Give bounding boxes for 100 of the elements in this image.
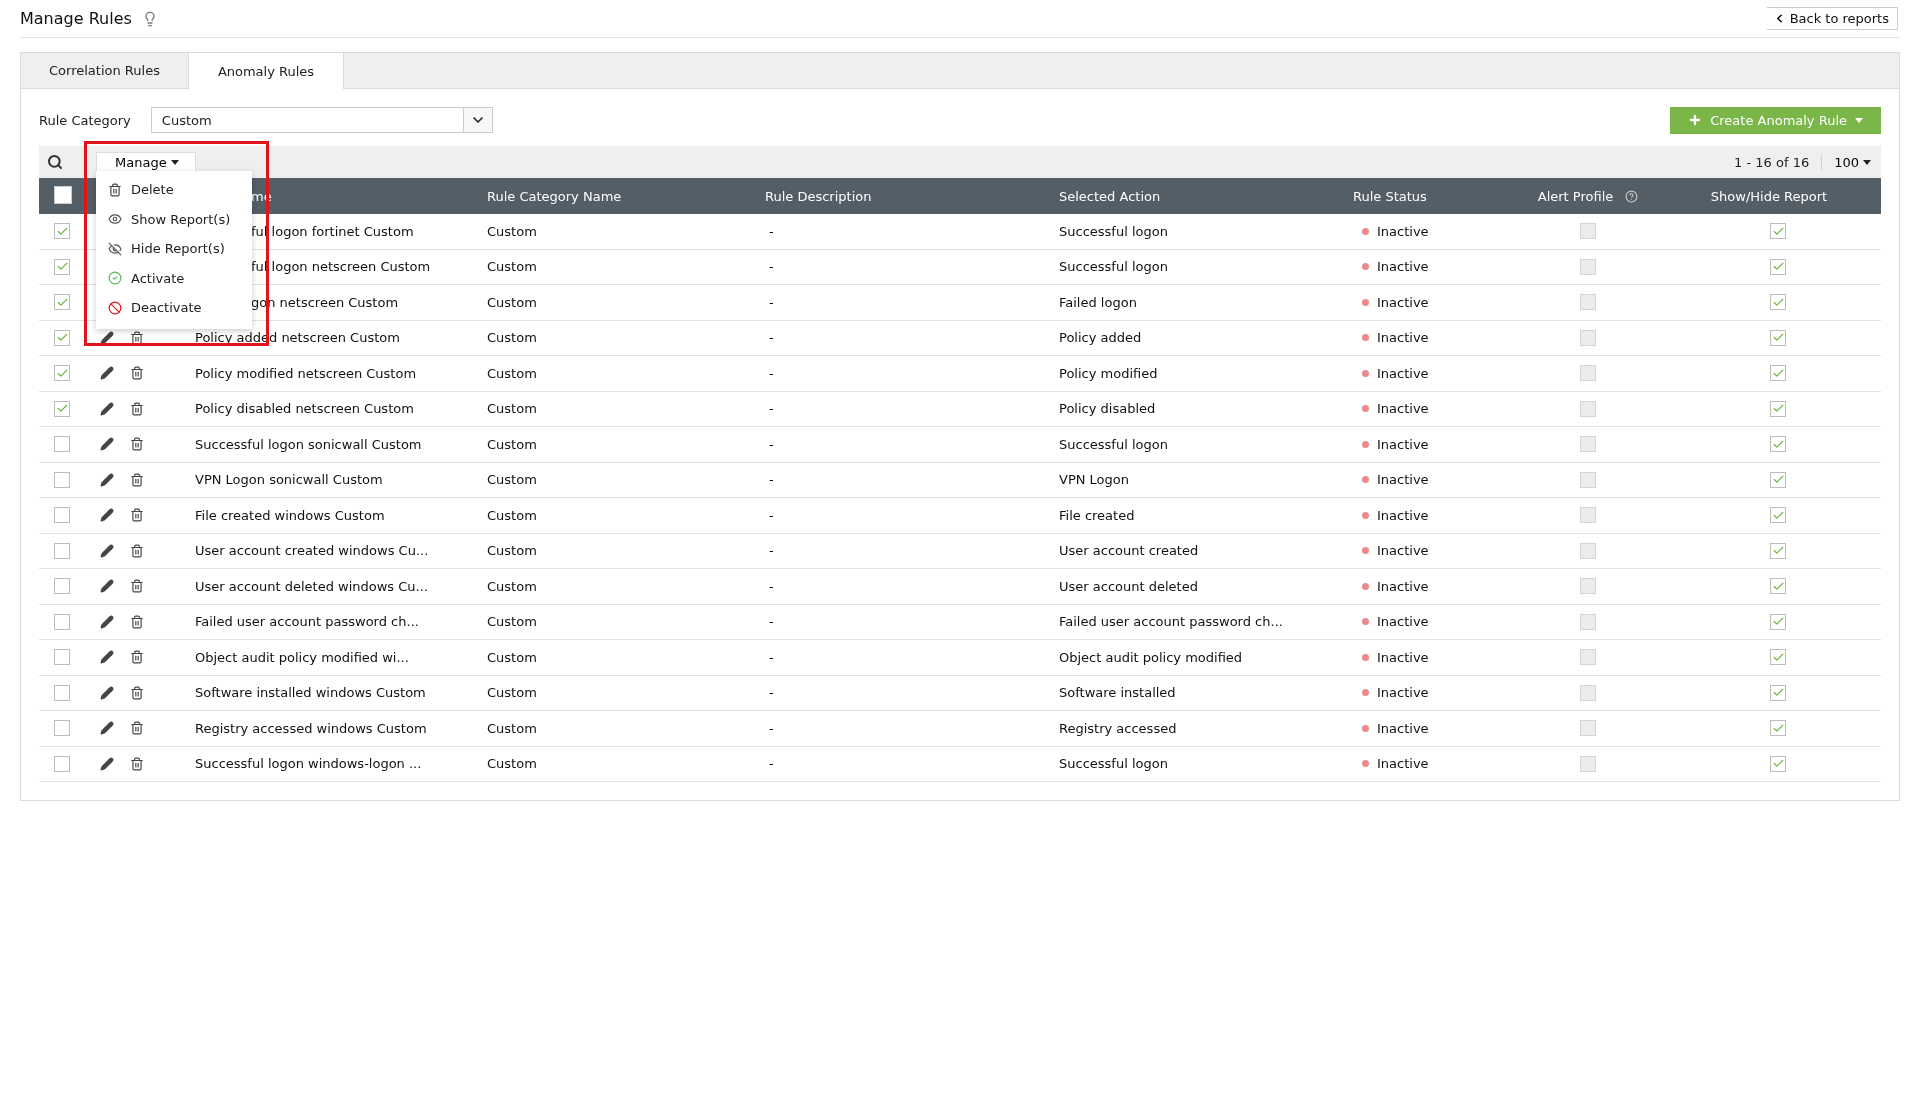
- checkbox[interactable]: [1770, 613, 1786, 630]
- checkbox[interactable]: [1580, 471, 1596, 488]
- checkbox[interactable]: [54, 365, 70, 382]
- category-select[interactable]: Custom: [150, 107, 493, 133]
- checkbox[interactable]: [1770, 329, 1786, 346]
- edit-icon[interactable]: [100, 366, 114, 381]
- checkbox[interactable]: [1580, 578, 1596, 595]
- checkbox[interactable]: [1770, 578, 1786, 595]
- checkbox[interactable]: [1770, 542, 1786, 559]
- edit-icon[interactable]: [100, 330, 114, 345]
- checkbox[interactable]: [1770, 507, 1786, 524]
- checkbox[interactable]: [1580, 400, 1596, 417]
- checkbox[interactable]: [1770, 684, 1786, 701]
- tab[interactable]: Anomaly Rules: [189, 53, 344, 89]
- checkbox[interactable]: [1580, 720, 1596, 737]
- checkbox[interactable]: [54, 755, 70, 772]
- select-all-checkbox[interactable]: [54, 185, 72, 204]
- checkbox[interactable]: [54, 329, 70, 346]
- checkbox[interactable]: [54, 613, 70, 630]
- edit-icon[interactable]: [100, 401, 114, 416]
- page-size-select[interactable]: 100: [1821, 154, 1871, 170]
- checkbox[interactable]: [54, 471, 70, 488]
- checkbox[interactable]: [54, 684, 70, 701]
- edit-icon[interactable]: [100, 650, 114, 665]
- help-icon[interactable]: [1625, 189, 1639, 203]
- checkbox[interactable]: [1770, 471, 1786, 488]
- checkbox[interactable]: [1580, 294, 1596, 311]
- checkbox[interactable]: [1580, 507, 1596, 524]
- check-circle-icon: [108, 271, 122, 286]
- menu-item[interactable]: Activate: [96, 263, 252, 293]
- checkbox[interactable]: [1580, 755, 1596, 772]
- column-header: Show/Hide Report: [1710, 188, 1828, 204]
- trash-icon[interactable]: [130, 721, 144, 736]
- checkbox[interactable]: [1770, 400, 1786, 417]
- checkbox[interactable]: [1770, 365, 1786, 382]
- caret-icon: [1855, 117, 1863, 123]
- search-icon[interactable]: [47, 154, 63, 170]
- trash-icon[interactable]: [130, 685, 144, 700]
- table-cell: Inactive: [1377, 365, 1429, 381]
- table-cell-text: -: [768, 507, 775, 523]
- checkbox[interactable]: [1770, 258, 1786, 275]
- edit-icon[interactable]: [100, 543, 114, 558]
- trash-icon[interactable]: [130, 579, 144, 594]
- checkbox[interactable]: [1580, 223, 1596, 240]
- trash-icon[interactable]: [130, 330, 144, 345]
- checkbox[interactable]: [1770, 720, 1786, 737]
- checkbox[interactable]: [1770, 755, 1786, 772]
- checkbox[interactable]: [54, 223, 70, 240]
- checkbox[interactable]: [54, 436, 70, 453]
- table-cell-text: Custom: [487, 614, 538, 630]
- checkbox[interactable]: [54, 400, 70, 417]
- checkbox[interactable]: [54, 507, 70, 524]
- trash-icon[interactable]: [130, 614, 144, 629]
- table-cell-text: Successful logon windows-logon ...: [195, 756, 423, 772]
- trash-icon[interactable]: [130, 650, 144, 665]
- menu-item[interactable]: Delete: [96, 175, 252, 205]
- trash-icon[interactable]: [130, 472, 144, 487]
- menu-item[interactable]: Deactivate: [96, 293, 252, 323]
- checkbox[interactable]: [54, 294, 70, 311]
- checkbox[interactable]: [54, 720, 70, 737]
- table-cell-text: Custom: [487, 649, 538, 665]
- checkbox[interactable]: [54, 649, 70, 666]
- checkbox[interactable]: [1580, 436, 1596, 453]
- checkbox[interactable]: [54, 542, 70, 559]
- edit-icon[interactable]: [100, 579, 114, 594]
- edit-icon[interactable]: [100, 685, 114, 700]
- checkbox[interactable]: [54, 578, 70, 595]
- manage-button[interactable]: Manage: [96, 152, 196, 171]
- trash-icon[interactable]: [130, 437, 144, 452]
- trash-icon[interactable]: [130, 508, 144, 523]
- trash-icon[interactable]: [130, 543, 144, 558]
- table-cell-text: User account deleted: [1059, 578, 1199, 594]
- trash-icon[interactable]: [130, 401, 144, 416]
- edit-icon[interactable]: [100, 721, 114, 736]
- checkbox[interactable]: [1580, 542, 1596, 559]
- edit-icon[interactable]: [100, 472, 114, 487]
- checkbox[interactable]: [1770, 223, 1786, 240]
- checkbox[interactable]: [1580, 684, 1596, 701]
- edit-icon[interactable]: [100, 614, 114, 629]
- menu-item[interactable]: Hide Report(s): [96, 234, 252, 264]
- checkbox[interactable]: [1580, 329, 1596, 346]
- trash-icon[interactable]: [130, 756, 144, 771]
- checkbox[interactable]: [1770, 649, 1786, 666]
- checkbox[interactable]: [1770, 436, 1786, 453]
- menu-item[interactable]: Show Report(s): [96, 204, 252, 234]
- checkbox[interactable]: [54, 258, 70, 275]
- table-cell: Inactive: [1377, 614, 1429, 630]
- edit-icon[interactable]: [100, 756, 114, 771]
- table-cell-text: Custom: [487, 472, 538, 488]
- checkbox[interactable]: [1580, 258, 1596, 275]
- checkbox[interactable]: [1580, 365, 1596, 382]
- trash-icon[interactable]: [130, 366, 144, 381]
- checkbox[interactable]: [1580, 649, 1596, 666]
- table-cell-text: Policy added: [1059, 330, 1143, 346]
- checkbox[interactable]: [1770, 294, 1786, 311]
- back-link[interactable]: Back to reports: [1766, 7, 1898, 30]
- table-cell: Inactive: [1377, 259, 1429, 275]
- edit-icon[interactable]: [100, 508, 114, 523]
- checkbox[interactable]: [1580, 613, 1596, 630]
- edit-icon[interactable]: [100, 437, 114, 452]
